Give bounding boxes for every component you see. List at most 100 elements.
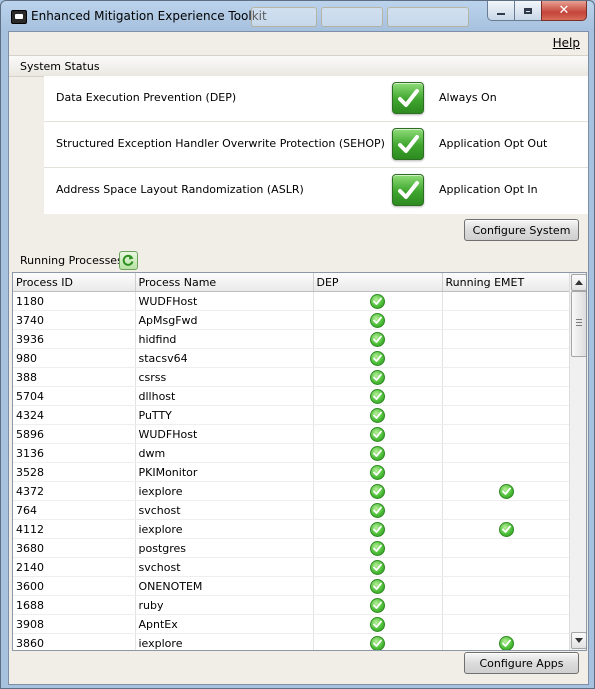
column-header-process-name[interactable]: Process Name	[135, 273, 314, 292]
refresh-icon	[122, 254, 134, 266]
cell-running-emet	[442, 576, 571, 596]
feature-label: Data Execution Prevention (DEP)	[56, 91, 237, 104]
status-row-sehop: Structured Exception Handler Overwrite P…	[44, 122, 588, 168]
system-status-panel: Data Execution Prevention (DEP) Always O…	[44, 76, 588, 214]
cell-running-emet	[442, 595, 571, 615]
cell-process-name: iexplore	[135, 519, 314, 539]
menu-help-label: Help	[552, 36, 580, 50]
status-row-dep: Data Execution Prevention (DEP) Always O…	[44, 76, 588, 122]
window-title: Enhanced Mitigation Experience Toolkit	[31, 9, 267, 23]
menu-help[interactable]: Help	[553, 36, 580, 50]
cell-dep	[313, 557, 443, 577]
check-icon[interactable]	[392, 82, 424, 114]
cell-running-emet	[442, 367, 571, 387]
cell-dep	[313, 310, 443, 330]
table-row[interactable]: 4112 iexplore	[13, 519, 571, 539]
check-icon	[370, 540, 385, 556]
table-row[interactable]: 1688 ruby	[13, 595, 571, 615]
close-button[interactable]: ✕	[541, 1, 587, 21]
table-row[interactable]: 388 csrss	[13, 367, 571, 387]
cell-process-name: iexplore	[135, 633, 314, 650]
table-row[interactable]: 3680 postgres	[13, 538, 571, 558]
cell-process-id: 4112	[13, 519, 136, 539]
check-icon	[370, 502, 385, 518]
check-icon	[370, 293, 385, 309]
table-row[interactable]: 3740 ApMsgFwd	[13, 310, 571, 330]
check-icon	[370, 369, 385, 385]
cell-dep	[313, 633, 443, 650]
table-row[interactable]: 5704 dllhost	[13, 386, 571, 406]
cell-process-id: 3680	[13, 538, 136, 558]
table-row[interactable]: 4324 PuTTY	[13, 405, 571, 425]
cell-running-emet	[442, 614, 571, 634]
table-row[interactable]: 5896 WUDFHost	[13, 424, 571, 444]
table-row[interactable]: 2140 svchost	[13, 557, 571, 577]
vertical-scrollbar[interactable]	[569, 273, 586, 650]
table-row[interactable]: 3860 iexplore	[13, 633, 571, 650]
cell-process-id: 1688	[13, 595, 136, 615]
state-label: Always On	[439, 91, 497, 104]
check-icon	[370, 616, 385, 632]
column-header-dep[interactable]: DEP	[313, 273, 443, 292]
cell-running-emet	[442, 557, 571, 577]
cell-process-name: svchost	[135, 500, 314, 520]
cell-process-id: 3740	[13, 310, 136, 330]
system-status-header: System Status	[9, 55, 588, 77]
chevron-up-icon	[575, 280, 583, 285]
refresh-button[interactable]	[119, 251, 138, 270]
cell-process-name: iexplore	[135, 481, 314, 501]
column-header-process-id[interactable]: Process ID	[13, 273, 136, 292]
maximize-button[interactable]	[514, 1, 542, 21]
minimize-icon	[497, 12, 505, 15]
cell-dep	[313, 443, 443, 463]
cell-process-name: ruby	[135, 595, 314, 615]
check-icon	[370, 388, 385, 404]
cell-process-id: 764	[13, 500, 136, 520]
table-row[interactable]: 980 stacsv64	[13, 348, 571, 368]
scroll-down-button[interactable]	[571, 632, 586, 649]
table-row[interactable]: 3528 PKIMonitor	[13, 462, 571, 482]
table-row[interactable]: 4372 iexplore	[13, 481, 571, 501]
app-icon[interactable]	[11, 10, 27, 24]
cell-running-emet	[442, 348, 571, 368]
cell-process-id: 3600	[13, 576, 136, 596]
check-icon	[370, 312, 385, 328]
background-taskbar-item	[387, 7, 469, 27]
system-status-title: System Status	[20, 60, 100, 73]
cell-dep	[313, 595, 443, 615]
table-row[interactable]: 3908 ApntEx	[13, 614, 571, 634]
table-row[interactable]: 3600 ONENOTEM	[13, 576, 571, 596]
scroll-thumb[interactable]	[571, 291, 586, 357]
column-header-running-emet[interactable]: Running EMET	[442, 273, 571, 292]
minimize-button[interactable]	[487, 1, 515, 21]
check-icon	[370, 521, 385, 537]
cell-process-id: 980	[13, 348, 136, 368]
cell-dep	[313, 538, 443, 558]
title-bar[interactable]: Enhanced Mitigation Experience Toolkit ✕	[1, 1, 594, 31]
cell-process-name: ApMsgFwd	[135, 310, 314, 330]
cell-process-id: 3860	[13, 633, 136, 650]
check-icon[interactable]	[392, 174, 424, 206]
cell-running-emet	[442, 500, 571, 520]
check-icon	[498, 521, 514, 537]
cell-running-emet	[442, 424, 571, 444]
background-taskbar-item	[251, 7, 317, 27]
cell-dep	[313, 462, 443, 482]
table-row[interactable]: 1180 WUDFHost	[13, 291, 571, 311]
chevron-down-icon	[575, 638, 583, 643]
configure-system-button[interactable]: Configure System	[464, 219, 579, 241]
configure-apps-button[interactable]: Configure Apps	[464, 652, 579, 674]
cell-running-emet	[442, 386, 571, 406]
check-icon	[370, 635, 385, 650]
state-label: Application Opt In	[439, 183, 538, 196]
table-row[interactable]: 3936 hidfind	[13, 329, 571, 349]
table-row[interactable]: 3136 dwm	[13, 443, 571, 463]
cell-running-emet	[442, 443, 571, 463]
cell-process-id: 4372	[13, 481, 136, 501]
cell-process-name: stacsv64	[135, 348, 314, 368]
cell-running-emet	[442, 291, 571, 311]
check-icon[interactable]	[392, 128, 424, 160]
table-row[interactable]: 764 svchost	[13, 500, 571, 520]
scroll-up-button[interactable]	[571, 274, 586, 291]
cell-dep	[313, 348, 443, 368]
